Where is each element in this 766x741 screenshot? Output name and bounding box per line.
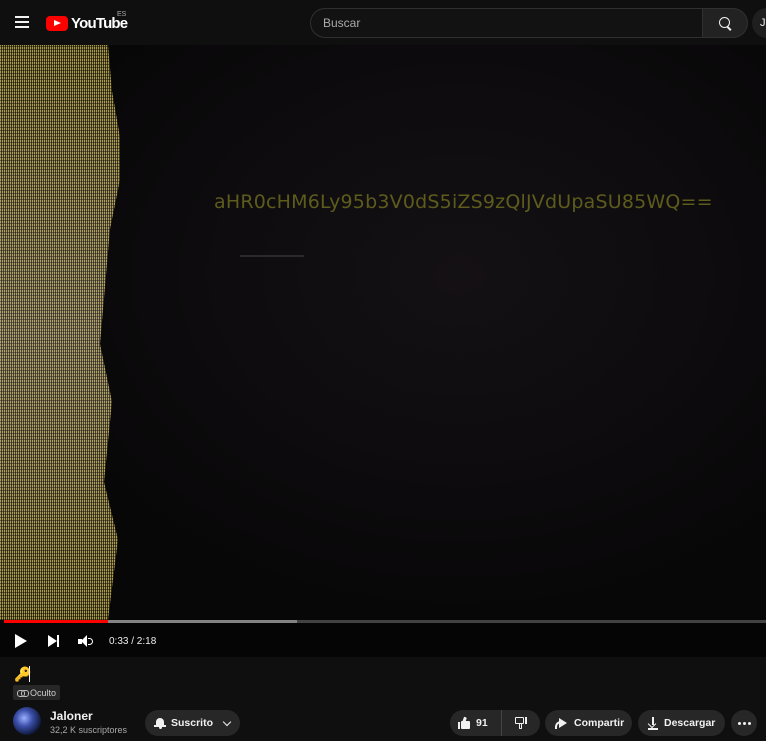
download-label: Descargar [664,717,716,729]
link-icon [17,689,29,697]
title-caret [29,666,30,682]
like-dislike-group: 91 [450,710,540,736]
channel-name[interactable]: Jaloner [50,709,93,723]
subscriber-count: 32,2 K suscriptores [50,725,128,735]
share-label: Compartir [574,717,625,729]
thumbs-down-icon [515,717,527,729]
search-placeholder: Buscar [323,16,361,30]
dislike-button[interactable] [502,710,540,736]
hamburger-icon-line [15,21,29,23]
channel-avatar[interactable] [13,707,41,735]
player-controls: 0:33 / 2:18 [0,625,766,657]
next-button[interactable] [37,625,69,657]
youtube-logo[interactable]: YouTube [46,13,128,33]
video-artifact-line [240,255,304,257]
visibility-label: Oculto [30,687,57,698]
more-actions-button[interactable] [731,710,757,736]
time-display: 0:33 / 2:18 [109,635,157,647]
account-initial: J [760,17,766,29]
more-dot [742,721,746,725]
progress-bar[interactable] [4,620,766,623]
thumbs-up-icon [458,716,470,729]
masthead: YouTube ES Buscar J [0,0,766,45]
visibility-badge: Oculto [13,685,61,700]
more-dot [737,721,741,725]
subscribed-label: Suscrito [171,717,214,729]
search-input[interactable]: Buscar [310,8,702,38]
play-button[interactable] [5,625,37,657]
volume-button[interactable] [69,625,101,657]
video-frame[interactable]: aHR0cHM6Ly95b3V0dS5iZS9zQlJVdUpaSU85WQ== [0,45,766,620]
more-dot [747,721,751,725]
volume-icon [78,635,93,647]
bell-icon [154,717,166,729]
hamburger-icon-line [15,26,29,28]
play-icon [15,634,27,648]
video-overlay-text: aHR0cHM6Ly95b3V0dS5iZS9zQlJVdUpaSU85WQ== [214,191,713,213]
download-button[interactable]: Descargar [638,710,725,736]
logo-region-code: ES [117,11,127,18]
hamburger-icon-line [15,16,29,18]
share-button[interactable]: Compartir [545,710,632,736]
download-icon [647,717,658,730]
glitch-stripes [0,45,120,620]
menu-button[interactable] [8,8,36,36]
next-icon [47,635,59,647]
like-count: 91 [476,717,488,729]
chevron-down-icon [222,717,232,726]
like-button[interactable]: 91 [450,710,502,736]
progress-played [4,620,108,623]
search-icon [718,16,732,30]
play-logo-icon [46,15,68,31]
subscribed-button[interactable]: Suscrito [145,710,240,736]
video-player[interactable]: aHR0cHM6Ly95b3V0dS5iZS9zQlJVdUpaSU85WQ==… [0,45,766,657]
account-button[interactable]: J [752,8,766,38]
search-button[interactable] [702,8,748,38]
share-icon [555,717,568,729]
